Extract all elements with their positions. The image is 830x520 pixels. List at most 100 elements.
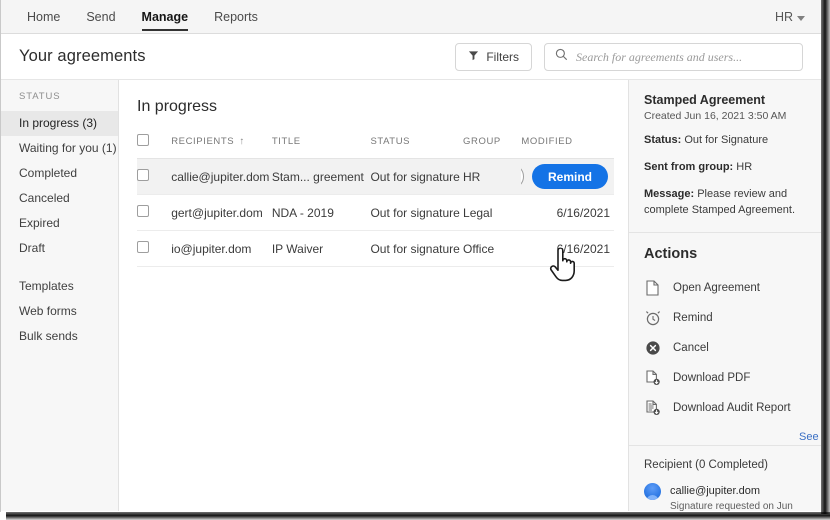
row-select-cell <box>137 158 172 195</box>
sidebar-item-bulk-sends[interactable]: Bulk sends <box>1 324 118 349</box>
window-bottom-shadow <box>6 512 830 520</box>
nav-item-manage[interactable]: Manage <box>129 0 202 34</box>
recipient-heading: Recipient (0 Completed) <box>644 458 769 471</box>
window-left-edge <box>0 0 1 512</box>
sidebar-item-expired[interactable]: Expired <box>1 211 118 236</box>
table-row[interactable]: callie@jupiter.dom Stam... greement Out … <box>137 158 614 195</box>
recipient-status-text: Signature requested on Jun 16, 2021 <box>670 500 793 511</box>
sidebar-item-completed[interactable]: Completed <box>1 161 118 186</box>
sidebar-item-waiting-for-you[interactable]: Waiting for you (1) <box>1 136 118 161</box>
sidebar-section-label-status: STATUS <box>19 91 61 102</box>
sidebar-divider-gap <box>1 261 118 274</box>
agreement-detail-panel: Stamped Agreement Created Jun 16, 2021 3… <box>628 80 821 511</box>
open-button[interactable]: Open <box>521 164 524 189</box>
table-header-row: RECIPIENTS ↑ TITLE STATUS GROUP MODIFIED <box>137 134 614 159</box>
action-download-pdf[interactable]: Download PDF <box>644 363 807 393</box>
detail-status: Status: Out for Signature <box>644 133 807 149</box>
sidebar-item-templates[interactable]: Templates <box>1 274 118 299</box>
search-icon <box>555 48 568 66</box>
page-title: Your agreements <box>19 47 146 65</box>
action-open-agreement[interactable]: Open Agreement <box>644 273 807 303</box>
avatar <box>644 482 661 500</box>
select-all-checkbox[interactable] <box>137 134 149 146</box>
remind-button[interactable]: Remind <box>531 164 608 189</box>
window-right-shadow <box>821 0 830 514</box>
action-remind-label: Remind <box>673 311 713 324</box>
body-area: STATUS In progress (3) Waiting for you (… <box>1 80 821 511</box>
sidebar-item-in-progress[interactable]: In progress (3) <box>1 111 118 136</box>
filters-button[interactable]: Filters <box>455 43 532 71</box>
cell-row-actions: Open Remind <box>521 158 614 195</box>
table-row[interactable]: gert@jupiter.dom NDA - 2019 Out for sign… <box>137 194 614 231</box>
cell-modified: 6/16/2021 <box>521 194 614 231</box>
action-download-audit-report-label: Download Audit Report <box>673 401 791 414</box>
search-placeholder: Search for agreements and users... <box>576 49 743 64</box>
x-circle-icon <box>644 339 661 356</box>
recipient-entry: callie@jupiter.dom Signature requested o… <box>644 481 807 511</box>
table-body: callie@jupiter.dom Stam... greement Out … <box>137 158 614 267</box>
cell-title: NDA - 2019 <box>271 194 371 231</box>
filter-funnel-icon <box>468 50 479 64</box>
row-checkbox[interactable] <box>137 169 149 181</box>
page-header: Your agreements Filters Search for agree… <box>1 34 821 80</box>
column-header-recipients[interactable]: RECIPIENTS ↑ <box>171 134 272 159</box>
see-more-link[interactable]: See S <box>799 431 821 443</box>
detail-summary-section: Stamped Agreement Created Jun 16, 2021 3… <box>629 80 821 232</box>
column-header-group[interactable]: GROUP <box>463 134 522 159</box>
nav-item-send[interactable]: Send <box>73 0 128 34</box>
chevron-down-icon <box>797 15 805 21</box>
document-icon <box>644 279 661 296</box>
action-remind[interactable]: Remind <box>644 303 807 333</box>
table-row[interactable]: io@jupiter.dom IP Waiver Out for signatu… <box>137 230 614 267</box>
agreements-table: RECIPIENTS ↑ TITLE STATUS GROUP MODIFIED <box>137 134 614 267</box>
column-header-status[interactable]: STATUS <box>370 134 464 159</box>
cell-group: Office <box>463 230 522 267</box>
action-download-audit-report[interactable]: Download Audit Report <box>644 393 807 423</box>
actions-heading: Actions <box>644 245 698 262</box>
row-select-cell <box>137 230 172 267</box>
nav-item-reports[interactable]: Reports <box>201 0 271 34</box>
account-menu[interactable]: HR <box>775 0 805 34</box>
column-header-modified[interactable]: MODIFIED <box>521 134 614 159</box>
sort-ascending-icon: ↑ <box>239 136 245 147</box>
action-cancel-label: Cancel <box>673 341 709 354</box>
top-navigation-bar: Home Send Manage Reports HR <box>1 0 821 34</box>
action-cancel[interactable]: Cancel <box>644 333 807 363</box>
detail-agreement-name: Stamped Agreement <box>644 93 766 107</box>
column-header-recipients-label: RECIPIENTS <box>171 136 235 147</box>
table-header: RECIPIENTS ↑ TITLE STATUS GROUP MODIFIED <box>137 134 614 159</box>
cell-modified: 6/16/2021 <box>521 230 614 267</box>
cell-title: IP Waiver <box>271 230 371 267</box>
cell-group: HR <box>463 158 522 195</box>
sidebar-item-canceled[interactable]: Canceled <box>1 186 118 211</box>
recipient-section: Recipient (0 Completed) callie@jupiter.d… <box>629 446 821 511</box>
column-header-title[interactable]: TITLE <box>271 134 371 159</box>
row-action-buttons: Open Remind <box>521 164 610 189</box>
row-checkbox[interactable] <box>137 241 149 253</box>
detail-group-value: HR <box>736 160 753 173</box>
detail-status-key: Status: <box>644 134 682 146</box>
filters-button-label: Filters <box>486 50 519 64</box>
row-select-cell <box>137 194 172 231</box>
app-viewport: Home Send Manage Reports HR Your agreeme… <box>1 0 821 512</box>
detail-group-key: Sent from group: <box>644 160 734 173</box>
download-audit-icon <box>644 399 661 416</box>
recipient-text: callie@jupiter.dom Signature requested o… <box>670 481 807 511</box>
sidebar-item-draft[interactable]: Draft <box>1 236 118 261</box>
download-pdf-icon <box>644 369 661 386</box>
nav-item-home[interactable]: Home <box>14 0 73 34</box>
cell-group: Legal <box>463 194 522 231</box>
sidebar-item-web-forms[interactable]: Web forms <box>1 299 118 324</box>
cell-recipient: io@jupiter.dom <box>171 230 272 267</box>
detail-created-date: Created Jun 16, 2021 3:50 AM <box>644 110 787 122</box>
agreements-inner: In progress RECIPIENTS ↑ TITLE STATUS GR… <box>119 80 628 267</box>
sidebar: STATUS In progress (3) Waiting for you (… <box>1 80 119 511</box>
action-download-pdf-label: Download PDF <box>673 371 751 384</box>
row-checkbox[interactable] <box>137 205 149 217</box>
action-open-agreement-label: Open Agreement <box>673 281 760 294</box>
alarm-clock-icon <box>644 309 661 326</box>
detail-message-key: Message: <box>644 187 695 200</box>
header-tools: Filters Search for agreements and users.… <box>455 43 803 71</box>
detail-status-value: Out for Signature <box>684 134 769 146</box>
search-input[interactable]: Search for agreements and users... <box>544 43 803 71</box>
